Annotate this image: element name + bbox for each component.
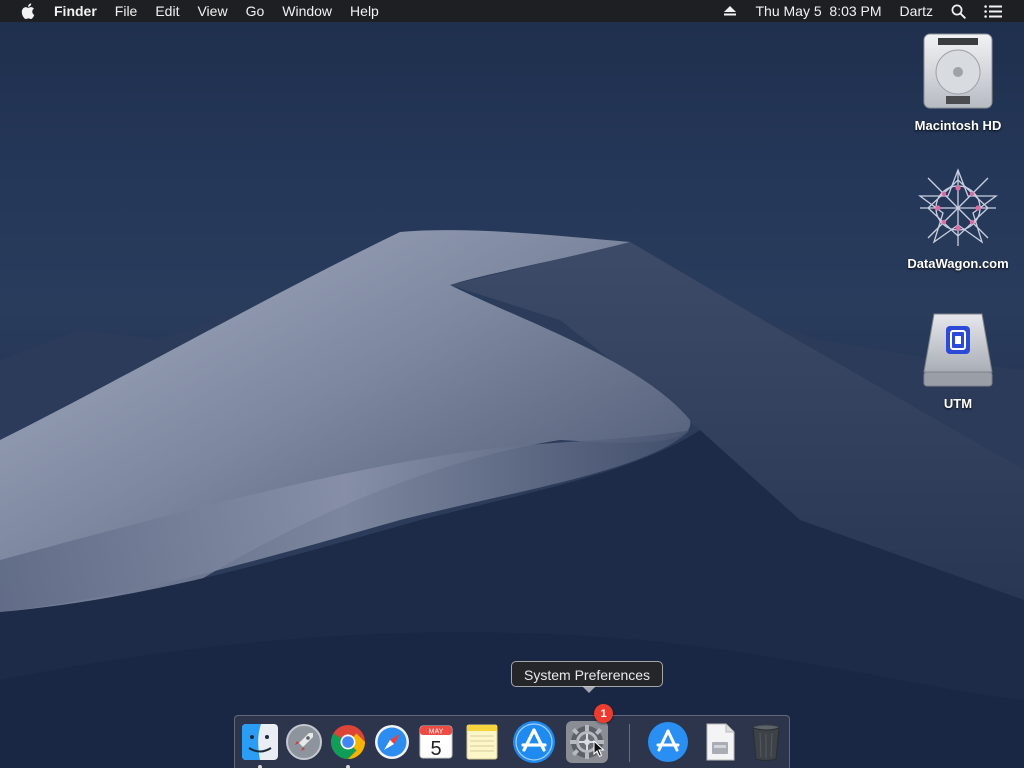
launchpad-rocket-icon [286, 724, 322, 760]
menu-go[interactable]: Go [246, 3, 265, 19]
dock-item-document[interactable] [697, 719, 743, 765]
dock-item-launchpad[interactable] [281, 719, 327, 765]
dock-item-calendar[interactable]: MAY 5 [413, 719, 459, 765]
dock-tooltip: System Preferences [511, 661, 664, 687]
calendar-month: MAY [429, 729, 444, 736]
dock-item-finder[interactable] [237, 719, 283, 765]
safari-compass-icon [375, 725, 409, 759]
document-icon [706, 723, 735, 761]
hard-drive-icon [916, 28, 1000, 112]
trash-icon [752, 724, 780, 761]
menu-file[interactable]: File [115, 3, 138, 19]
eject-icon[interactable] [723, 5, 737, 17]
dock-tooltip-arrow [582, 686, 596, 693]
menubar-clock[interactable]: Thu May 5 8:03 PM [755, 3, 881, 19]
calendar-day: 5 [430, 738, 441, 760]
desktop-icon-macintosh-hd[interactable]: Macintosh HD [898, 28, 1018, 133]
search-icon[interactable] [951, 4, 966, 19]
notes-icon [466, 724, 498, 760]
apple-logo-icon[interactable] [20, 2, 36, 20]
desktop-icon-utm[interactable]: UTM [898, 306, 1018, 411]
desktop-icon-label: DataWagon.com [907, 256, 1009, 271]
network-star-icon [916, 166, 1000, 250]
menu-window[interactable]: Window [282, 3, 332, 19]
dock-item-notes[interactable] [459, 719, 505, 765]
desktop-icon-label: UTM [943, 396, 973, 411]
calendar-icon: MAY 5 [419, 725, 453, 760]
dock-separator [629, 724, 630, 762]
wallpaper-dunes [0, 230, 1024, 768]
menubar-user[interactable]: Dartz [900, 3, 933, 19]
dock-item-app-store-folder[interactable] [645, 719, 691, 765]
dock-item-chrome[interactable] [325, 719, 371, 765]
mouse-cursor-icon [593, 739, 605, 763]
menu-view[interactable]: View [197, 3, 227, 19]
desktop-wallpaper [0, 0, 1024, 768]
finder-icon [242, 724, 278, 760]
menu-edit[interactable]: Edit [155, 3, 179, 19]
menu-help[interactable]: Help [350, 3, 379, 19]
dock-item-app-store[interactable] [511, 719, 557, 765]
dock-item-safari[interactable] [369, 719, 415, 765]
chrome-icon [331, 725, 365, 759]
utm-drive-icon [916, 306, 1000, 390]
desktop-icon-datawagon[interactable]: DataWagon.com [898, 166, 1018, 271]
notification-badge: 1 [594, 704, 613, 723]
desktop-icon-label: Macintosh HD [914, 118, 1002, 133]
app-store-icon [513, 721, 555, 763]
app-store-folder-icon [648, 722, 688, 762]
menu-finder[interactable]: Finder [54, 3, 97, 19]
notification-center-icon[interactable] [984, 4, 1002, 18]
dock: MAY 5 [234, 715, 790, 768]
dock-item-trash[interactable] [743, 719, 789, 765]
menu-bar: Finder File Edit View Go Window Help Thu… [0, 0, 1024, 22]
